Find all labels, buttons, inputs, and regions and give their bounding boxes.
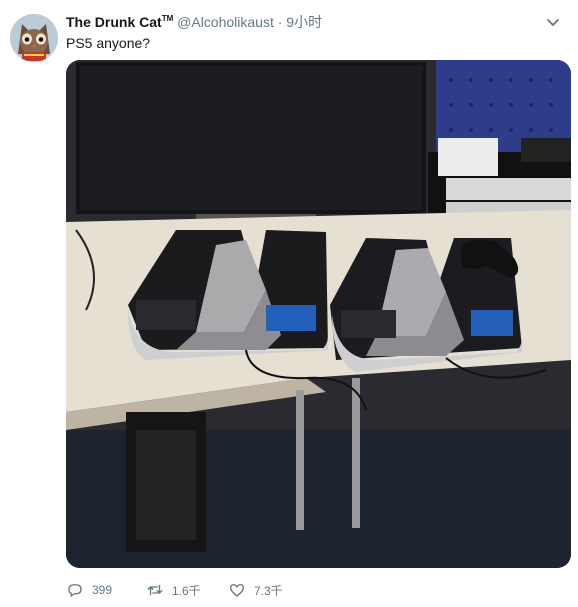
reply-icon [68,584,82,597]
retweet-button[interactable]: 1.6千 [146,579,201,601]
author-avatar[interactable] [10,14,58,62]
tweet-photo[interactable] [66,60,571,568]
chevron-down-icon [547,19,559,27]
reply-count: 399 [92,583,113,597]
like-count: 7.3千 [254,583,283,598]
author-name[interactable]: The Drunk Cat [66,14,162,30]
photo-two-devkits [66,60,571,568]
separator-dot: · [277,14,283,30]
tweet-timestamp[interactable]: 9小时 [286,14,322,30]
tweet-menu-button[interactable] [546,15,560,27]
tweet-text: PS5 anyone? [66,35,151,51]
trademark-badge: TM [161,14,174,23]
like-button[interactable]: 7.3千 [228,579,283,601]
author-handle[interactable]: @Alcoholikaust [177,14,274,30]
reply-button[interactable]: 399 [66,579,112,601]
tweet-card: The Drunk CatTM @Alcoholikaust · 9小时 PS5… [0,0,578,607]
tweet-actions: 399 1.6千 7.3千 [66,579,526,601]
tweet-header: The Drunk CatTM @Alcoholikaust · 9小时 [66,12,322,32]
retweet-count: 1.6千 [172,583,201,598]
retweet-icon [147,584,163,596]
cat-avatar-icon [10,14,58,62]
heart-icon [229,584,245,597]
